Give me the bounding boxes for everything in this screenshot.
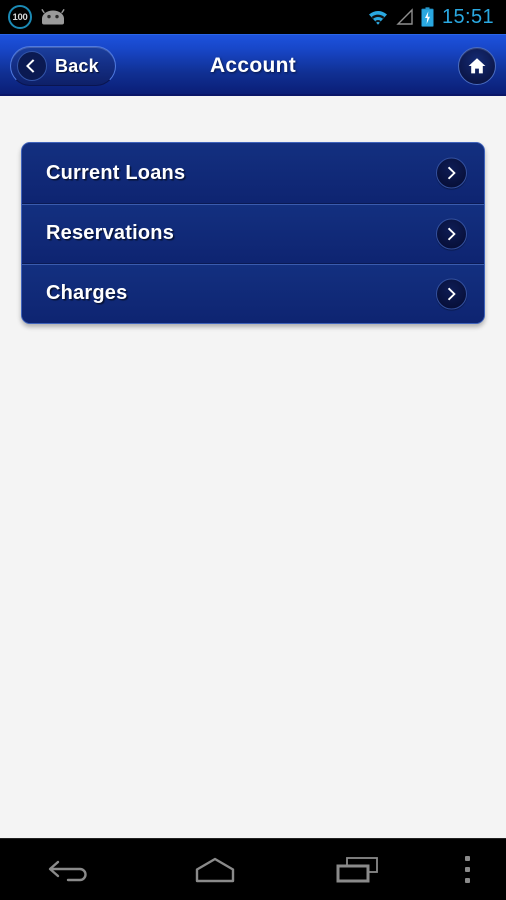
menu-item-current-loans[interactable]: Current Loans [22,143,484,203]
android-head-icon [41,9,65,25]
back-button-label: Back [55,55,99,76]
nav-overflow-menu-button[interactable] [430,839,506,900]
status-bar: 100 15:51 [0,0,506,34]
status-bar-clock: 15:51 [441,6,494,28]
nav-back-arrow-icon [48,860,87,881]
chevron-right-icon[interactable] [436,278,467,309]
nav-back-button[interactable] [0,839,143,900]
battery-percent-badge: 100 [8,5,32,29]
menu-item-charges[interactable]: Charges [22,263,484,323]
home-icon [468,58,486,74]
wifi-icon [368,11,387,25]
status-bar-right: 15:51 [367,7,498,27]
nav-home-icon [195,857,235,882]
battery-charging-icon [421,7,434,27]
chevron-right-icon[interactable] [436,157,467,189]
nav-recents-icon [336,856,379,882]
back-button[interactable]: Back [10,46,116,86]
phone-screen: 100 15:51 Back Account Current Loans Res… [0,0,506,900]
content-area: Current Loans Reservations Charges [0,96,506,838]
signal-triangle-icon [396,8,413,25]
home-button[interactable] [458,47,496,85]
menu-item-label: Reservations [46,222,175,244]
app-title-bar: Back Account [0,34,506,96]
account-menu-panel: Current Loans Reservations Charges [21,142,485,324]
nav-home-button[interactable] [143,839,286,900]
menu-item-label: Current Loans [46,161,186,184]
status-bar-left: 100 [8,5,66,29]
chevron-left-icon [17,51,47,81]
nav-recents-button[interactable] [287,839,430,900]
nav-overflow-menu-icon [465,856,471,883]
menu-item-label: Charges [46,282,128,304]
menu-item-reservations[interactable]: Reservations [22,203,484,263]
android-navigation-bar [0,838,506,900]
chevron-right-icon[interactable] [436,218,467,249]
